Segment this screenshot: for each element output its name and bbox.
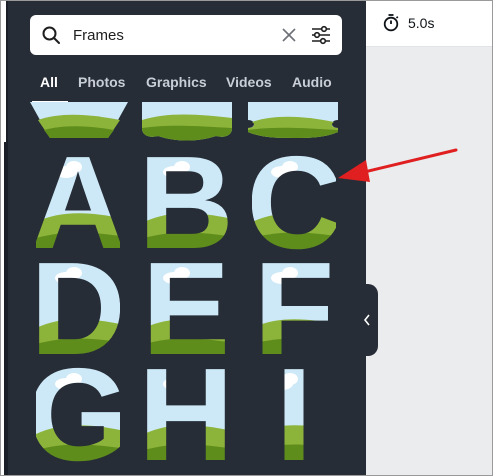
- frame-item-letter-f[interactable]: F: [252, 258, 336, 358]
- editor-canvas-area: 5.0s: [366, 0, 493, 476]
- collapse-panel-button[interactable]: [356, 284, 378, 356]
- frame-item-letter-a[interactable]: A: [36, 152, 120, 252]
- chevron-left-icon: [363, 314, 370, 326]
- frame-item-letter-d[interactable]: D: [36, 258, 120, 358]
- frame-item-shape-2[interactable]: [138, 102, 236, 142]
- frames-grid: A B C D E F G H I: [8, 0, 364, 476]
- left-edge: [0, 0, 8, 476]
- frame-item-letter-b[interactable]: B: [144, 152, 228, 252]
- frame-item-letter-h[interactable]: H: [144, 364, 228, 464]
- frame-item-letter-i[interactable]: I: [252, 364, 336, 464]
- elements-panel: All Photos Graphics Videos Audio: [8, 0, 364, 476]
- timeline-toolbar: 5.0s: [366, 0, 493, 47]
- frame-item-letter-g[interactable]: G: [36, 364, 120, 464]
- duration-label[interactable]: 5.0s: [408, 15, 434, 31]
- frame-item-letter-e[interactable]: E: [144, 258, 228, 358]
- frame-item-shape-3[interactable]: [244, 102, 342, 142]
- frame-item-letter-c[interactable]: C: [252, 152, 336, 252]
- stopwatch-icon[interactable]: [382, 14, 400, 32]
- panel-scroll-gutter: [356, 0, 366, 476]
- frame-item-shape-1[interactable]: [30, 102, 128, 142]
- red-arrow-annotation: [338, 148, 458, 182]
